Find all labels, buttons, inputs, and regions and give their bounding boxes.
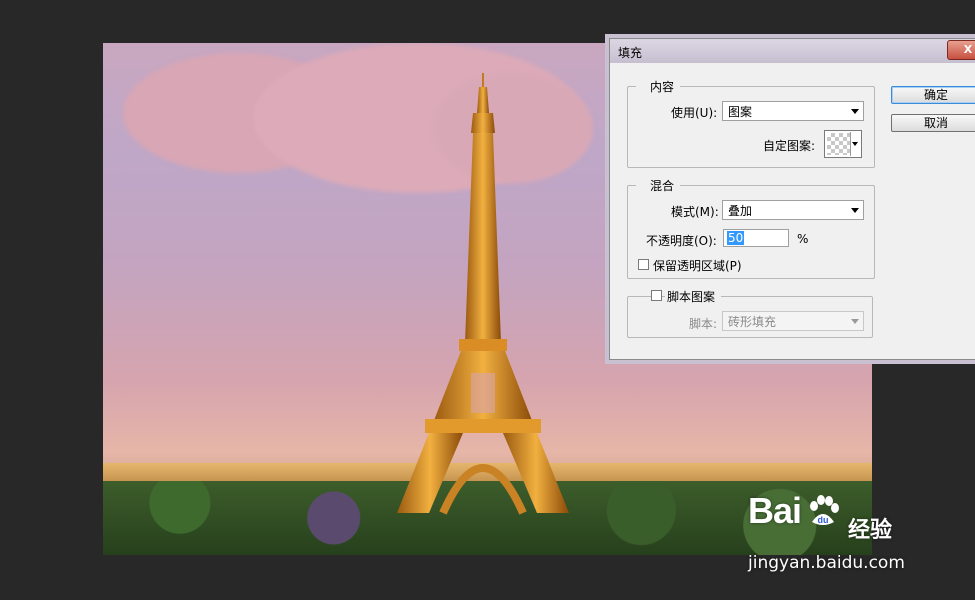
opacity-input[interactable]: 50 [723, 229, 789, 247]
opacity-label: 不透明度(O): [646, 234, 717, 248]
close-button[interactable]: X [947, 40, 975, 60]
content-group-label: 内容 [636, 78, 681, 95]
script-dropdown-value: 砖形填充 [728, 315, 777, 329]
script-pattern-label[interactable]: 脚本图案 [665, 288, 722, 305]
cancel-button[interactable]: 取消 [891, 114, 975, 132]
blend-group-label: 混合 [636, 177, 681, 194]
preserve-transparency-checkbox[interactable] [638, 259, 649, 270]
dialog-title: 填充 [618, 46, 643, 60]
chevron-down-icon [852, 142, 858, 146]
watermark-brand: Bai [748, 490, 802, 531]
mode-label: 模式(M): [671, 205, 719, 219]
script-pattern-checkbox[interactable] [651, 290, 662, 301]
use-dropdown-value: 图案 [728, 105, 753, 119]
script-dropdown: 砖形填充 [722, 311, 864, 331]
watermark-url: jingyan.baidu.com [748, 553, 905, 573]
ok-button[interactable]: 确定 [891, 86, 975, 104]
opacity-unit: % [797, 232, 809, 246]
watermark-du: du [818, 515, 829, 525]
chevron-down-icon [851, 109, 859, 114]
paw-icon: du [810, 495, 839, 525]
chevron-down-icon [851, 208, 859, 213]
mode-dropdown-value: 叠加 [728, 204, 753, 218]
pattern-swatch [827, 133, 851, 155]
use-dropdown[interactable]: 图案 [722, 101, 864, 121]
script-label: 脚本: [689, 317, 718, 331]
chevron-down-icon [851, 319, 859, 324]
eiffel-tower [397, 73, 569, 515]
watermark-cn: 经验 [848, 518, 893, 543]
custom-pattern-label: 自定图案: [763, 139, 816, 153]
fill-dialog: 填充 X 内容 使用(U): 图案 自定图案: 混合 模式(M): 叠加 不透明… [609, 38, 975, 360]
custom-pattern-picker[interactable] [824, 130, 862, 158]
use-label: 使用(U): [671, 106, 718, 120]
preserve-transparency-label[interactable]: 保留透明区域(P) [653, 257, 742, 274]
opacity-value: 50 [727, 231, 745, 245]
dialog-titlebar[interactable]: 填充 X [610, 39, 975, 63]
mode-dropdown[interactable]: 叠加 [722, 200, 864, 220]
